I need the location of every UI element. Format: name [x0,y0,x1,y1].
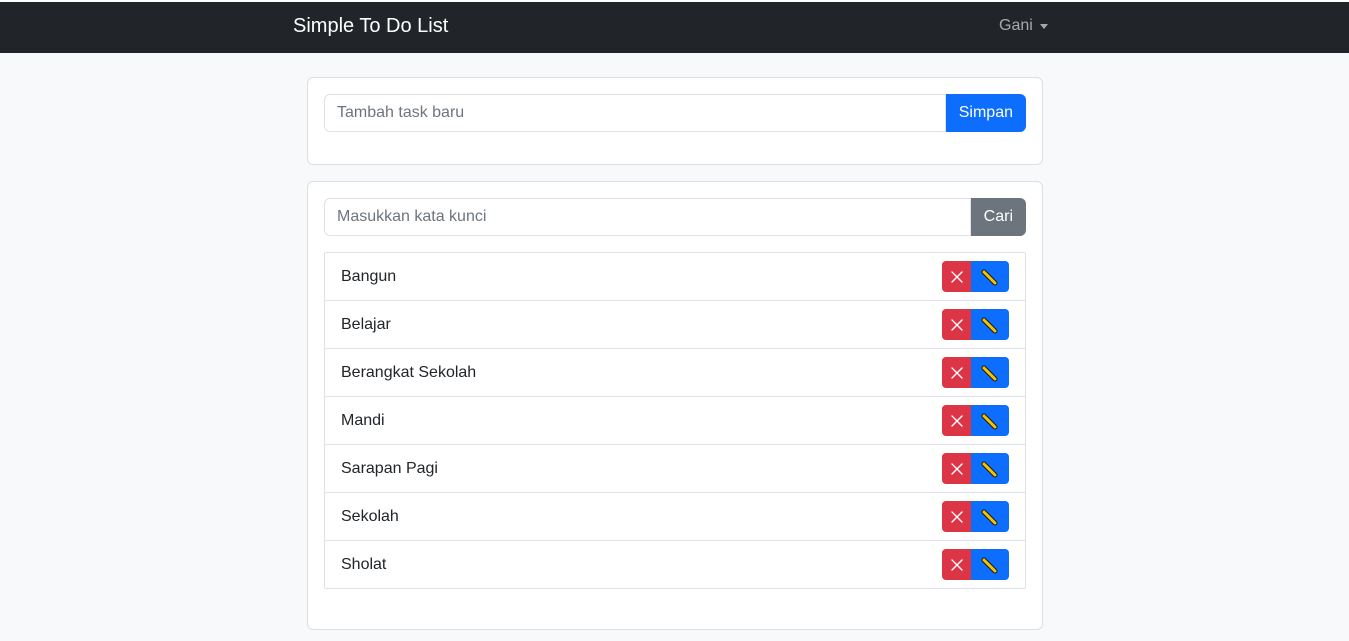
search-input[interactable] [324,198,971,236]
delete-task-button[interactable] [942,549,971,580]
task-actions [942,405,1009,436]
task-actions [942,357,1009,388]
delete-task-button[interactable] [942,309,971,340]
task-row: Berangkat Sekolah [325,348,1025,396]
task-actions [942,309,1009,340]
task-label: Berangkat Sekolah [341,363,477,381]
pencil-icon [981,413,998,429]
task-actions [942,261,1009,292]
task-label: Sholat [341,555,387,573]
add-task-group: Simpan [324,94,1026,132]
close-icon [950,558,963,571]
task-row: Mandi [325,396,1025,444]
caret-down-icon [1039,24,1048,29]
user-dropdown-toggle[interactable]: Gani [999,16,1048,36]
delete-task-button[interactable] [942,501,971,532]
add-task-card: Simpan [307,77,1043,165]
pencil-icon [981,269,998,285]
task-row: Sekolah [325,492,1025,540]
search-button[interactable]: Cari [970,198,1026,236]
edit-task-button[interactable] [971,453,1009,484]
pencil-icon [981,557,998,573]
close-icon [950,270,963,283]
task-label: Bangun [341,267,397,285]
search-group: Cari [324,198,1026,236]
navbar: Simple To Do List Gani [0,2,1349,53]
task-label: Mandi [341,411,385,429]
task-row: Sholat [325,540,1025,588]
delete-task-button[interactable] [942,357,971,388]
add-task-input[interactable] [324,94,946,132]
task-label: Sekolah [341,507,399,525]
delete-task-button[interactable] [942,405,971,436]
task-actions [942,501,1009,532]
task-row: Belajar [325,300,1025,348]
edit-task-button[interactable] [971,309,1009,340]
pencil-icon [981,365,998,381]
edit-task-button[interactable] [971,501,1009,532]
edit-task-button[interactable] [971,405,1009,436]
close-icon [950,414,963,427]
pencil-icon [981,461,998,477]
edit-task-button[interactable] [971,549,1009,580]
task-actions [942,453,1009,484]
user-name: Gani [999,17,1033,34]
close-icon [950,366,963,379]
app-brand[interactable]: Simple To Do List [293,14,448,38]
task-list: Bangun Belajar Berangkat Sekolah Mandi S… [324,252,1026,589]
task-list-card: Cari Bangun Belajar [307,181,1043,630]
delete-task-button[interactable] [942,261,971,292]
pencil-icon [981,509,998,525]
close-icon [950,318,963,331]
edit-task-button[interactable] [971,261,1009,292]
task-label: Belajar [341,315,391,333]
pencil-icon [981,317,998,333]
task-row: Bangun [325,253,1025,300]
save-button[interactable]: Simpan [945,94,1026,132]
edit-task-button[interactable] [971,357,1009,388]
delete-task-button[interactable] [942,453,971,484]
task-row: Sarapan Pagi [325,444,1025,492]
task-label: Sarapan Pagi [341,459,438,477]
close-icon [950,510,963,523]
task-actions [942,549,1009,580]
close-icon [950,462,963,475]
